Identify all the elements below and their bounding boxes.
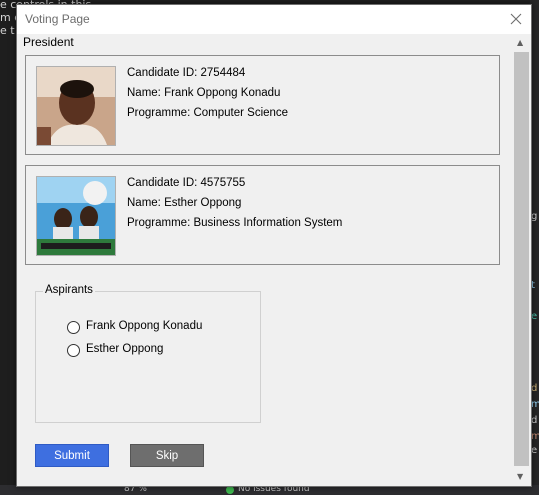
candidate-programme: Programme: Computer Science (127, 107, 289, 119)
submit-button[interactable]: Submit (35, 444, 109, 467)
aspirants-group: Aspirants Frank Oppong Konadu Esther Opp… (35, 284, 261, 423)
candidate-card: Candidate ID: 4575755 Name: Esther Oppon… (25, 165, 500, 265)
aspirant-option-label[interactable]: Frank Oppong Konadu (86, 320, 202, 332)
window-title: Voting Page (25, 12, 90, 26)
background-glyph: m (531, 431, 539, 442)
radio-button[interactable] (67, 321, 80, 334)
title-bar: Voting Page (17, 5, 531, 34)
candidate-id: Candidate ID: 4575755 (127, 177, 246, 189)
candidate-name: Name: Esther Oppong (127, 197, 242, 209)
scroll-down-icon[interactable]: ▼ (517, 472, 523, 481)
candidate-programme: Programme: Business Information System (127, 217, 343, 229)
aspirants-legend: Aspirants (43, 284, 95, 296)
radio-button[interactable] (67, 344, 80, 357)
aspirant-option-label[interactable]: Esther Oppong (86, 343, 163, 355)
group-title-president: President (23, 35, 74, 49)
background-code-line: e t (0, 24, 15, 37)
candidate-id: Candidate ID: 2754484 (127, 67, 246, 79)
vertical-scrollbar[interactable]: ▲ ▼ (513, 35, 530, 485)
check-icon (226, 486, 234, 494)
scroll-up-icon[interactable]: ▲ (517, 38, 523, 47)
background-glyph: m (531, 399, 539, 410)
candidate-photo (36, 176, 116, 256)
close-button[interactable] (501, 5, 531, 34)
close-icon (510, 13, 522, 25)
scroll-thumb[interactable] (514, 52, 529, 466)
candidate-card: Candidate ID: 2754484 Name: Frank Oppong… (25, 55, 500, 155)
candidate-photo (36, 66, 116, 146)
voting-window: Voting Page President Candidate ID: 2754… (16, 4, 532, 487)
skip-button[interactable]: Skip (130, 444, 204, 467)
candidate-name: Name: Frank Oppong Konadu (127, 87, 281, 99)
